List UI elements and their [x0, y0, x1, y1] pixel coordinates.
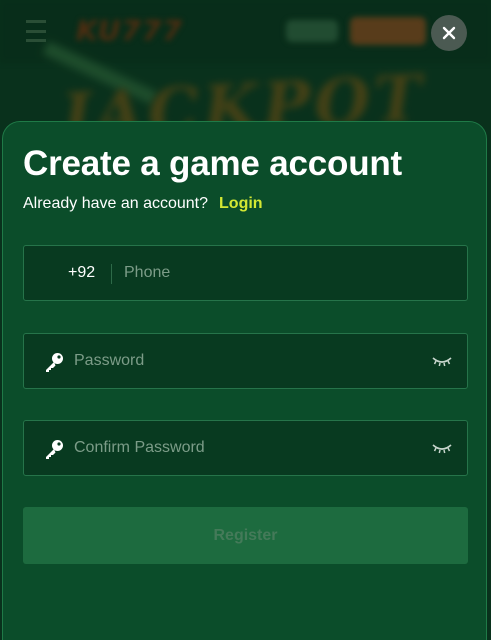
- key-icon: [46, 353, 63, 372]
- country-code-divider: [111, 264, 112, 284]
- password-input[interactable]: [74, 334, 424, 388]
- login-prompt-text: Already have an account?: [23, 195, 209, 212]
- confirm-password-input[interactable]: [74, 421, 424, 475]
- country-code[interactable]: +92: [68, 264, 95, 282]
- eye-closed-icon[interactable]: [431, 353, 453, 369]
- close-button[interactable]: [431, 15, 467, 51]
- modal-title: Create a game account: [23, 144, 403, 183]
- close-icon: [442, 26, 456, 40]
- login-link[interactable]: Login: [219, 195, 263, 212]
- confirm-password-field[interactable]: [23, 420, 468, 476]
- register-button[interactable]: Register: [23, 507, 468, 564]
- password-field[interactable]: [23, 333, 468, 389]
- phone-input[interactable]: [124, 246, 454, 300]
- key-icon: [46, 440, 63, 459]
- eye-closed-icon[interactable]: [431, 440, 453, 456]
- register-modal: Create a game account Already have an ac…: [2, 121, 487, 640]
- login-prompt-row: Already have an account? Login: [23, 195, 263, 213]
- phone-field[interactable]: +92: [23, 245, 468, 301]
